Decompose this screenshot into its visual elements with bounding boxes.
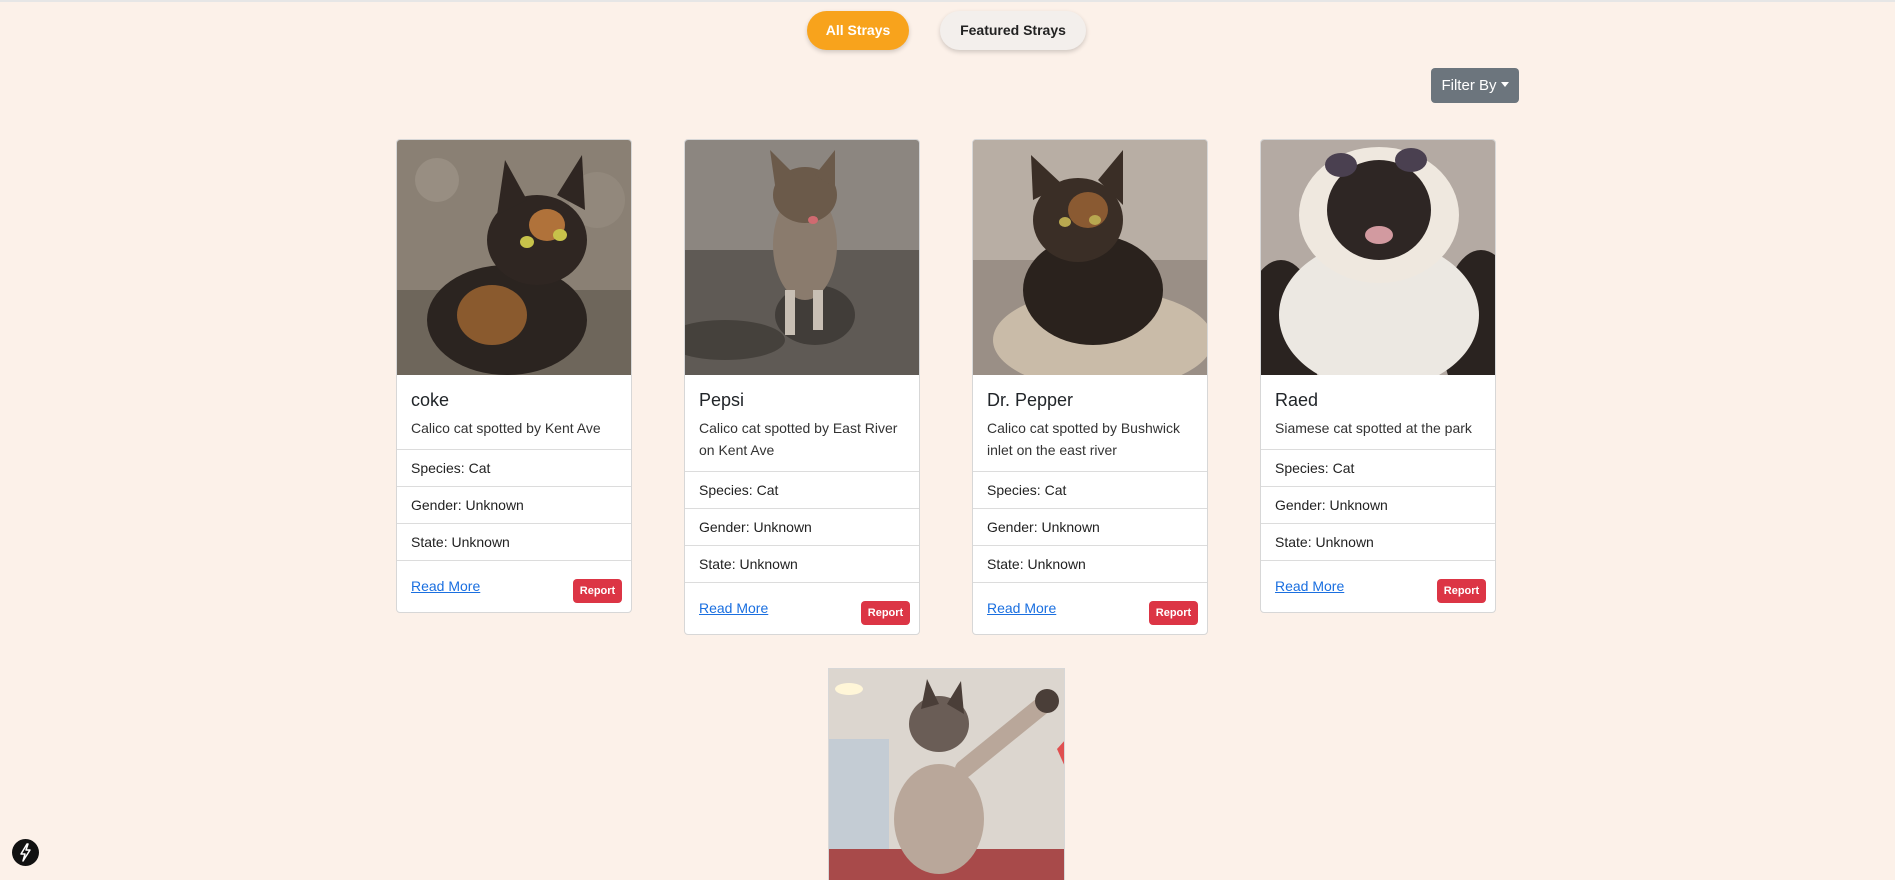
species-item: Species: Cat (397, 449, 631, 486)
read-more-link[interactable]: Read More (699, 600, 768, 616)
card-description: Calico cat spotted by Kent Ave (411, 420, 601, 436)
top-border (0, 0, 1895, 2)
tab-all-strays[interactable]: All Strays (807, 11, 909, 50)
lightning-bolt-button[interactable] (12, 839, 39, 866)
read-more-link[interactable]: Read More (411, 578, 480, 594)
card-description: Calico cat spotted by East River on Kent… (699, 420, 898, 458)
state-item: State: Unknown (397, 523, 631, 560)
report-button[interactable]: Report (573, 579, 622, 603)
gender-item: Gender: Unknown (397, 486, 631, 523)
stray-card-coke: coke Calico cat spotted by Kent Ave Spec… (396, 139, 632, 613)
species-item: Species: Cat (1261, 449, 1495, 486)
cat-photo-siamese-reaching (829, 669, 1064, 880)
card-title: Raed (1275, 390, 1319, 410)
cat-photo-coke (397, 140, 631, 375)
stray-card-pepsi: Pepsi Calico cat spotted by East River o… (684, 139, 920, 635)
card-footer: Read More Report (685, 582, 919, 634)
card-title: Pepsi (699, 390, 745, 410)
gender-item: Gender: Unknown (685, 508, 919, 545)
card-title: Dr. Pepper (987, 390, 1074, 410)
species-item: Species: Cat (685, 471, 919, 508)
gender-item: Gender: Unknown (973, 508, 1207, 545)
card-description: Calico cat spotted by Bushwick inlet on … (987, 420, 1180, 458)
gender-item: Gender: Unknown (1261, 486, 1495, 523)
state-item: State: Unknown (685, 545, 919, 582)
card-footer: Read More Report (973, 582, 1207, 634)
card-title: coke (411, 390, 450, 410)
report-button[interactable]: Report (1149, 601, 1198, 625)
card-footer: Read More Report (1261, 560, 1495, 612)
cat-photo-pepsi (685, 140, 919, 375)
card-description: Siamese cat spotted at the park (1275, 420, 1472, 436)
read-more-link[interactable]: Read More (987, 600, 1056, 616)
stray-card-partial (828, 668, 1065, 880)
filter-by-label: Filter By (1441, 77, 1497, 94)
report-button[interactable]: Report (1437, 579, 1486, 603)
caret-down-icon (1500, 82, 1509, 87)
state-item: State: Unknown (1261, 523, 1495, 560)
report-button[interactable]: Report (861, 601, 910, 625)
filter-by-dropdown[interactable]: Filter By (1431, 68, 1519, 103)
cat-photo-dr-pepper (973, 140, 1207, 375)
lightning-bolt-icon (20, 843, 31, 862)
read-more-link[interactable]: Read More (1275, 578, 1344, 594)
state-item: State: Unknown (973, 545, 1207, 582)
stray-card-dr-pepper: Dr. Pepper Calico cat spotted by Bushwic… (972, 139, 1208, 635)
stray-card-raed: Raed Siamese cat spotted at the park Spe… (1260, 139, 1496, 613)
species-item: Species: Cat (973, 471, 1207, 508)
card-footer: Read More Report (397, 560, 631, 612)
tab-featured-strays[interactable]: Featured Strays (940, 11, 1086, 50)
cat-photo-raed (1261, 140, 1495, 375)
